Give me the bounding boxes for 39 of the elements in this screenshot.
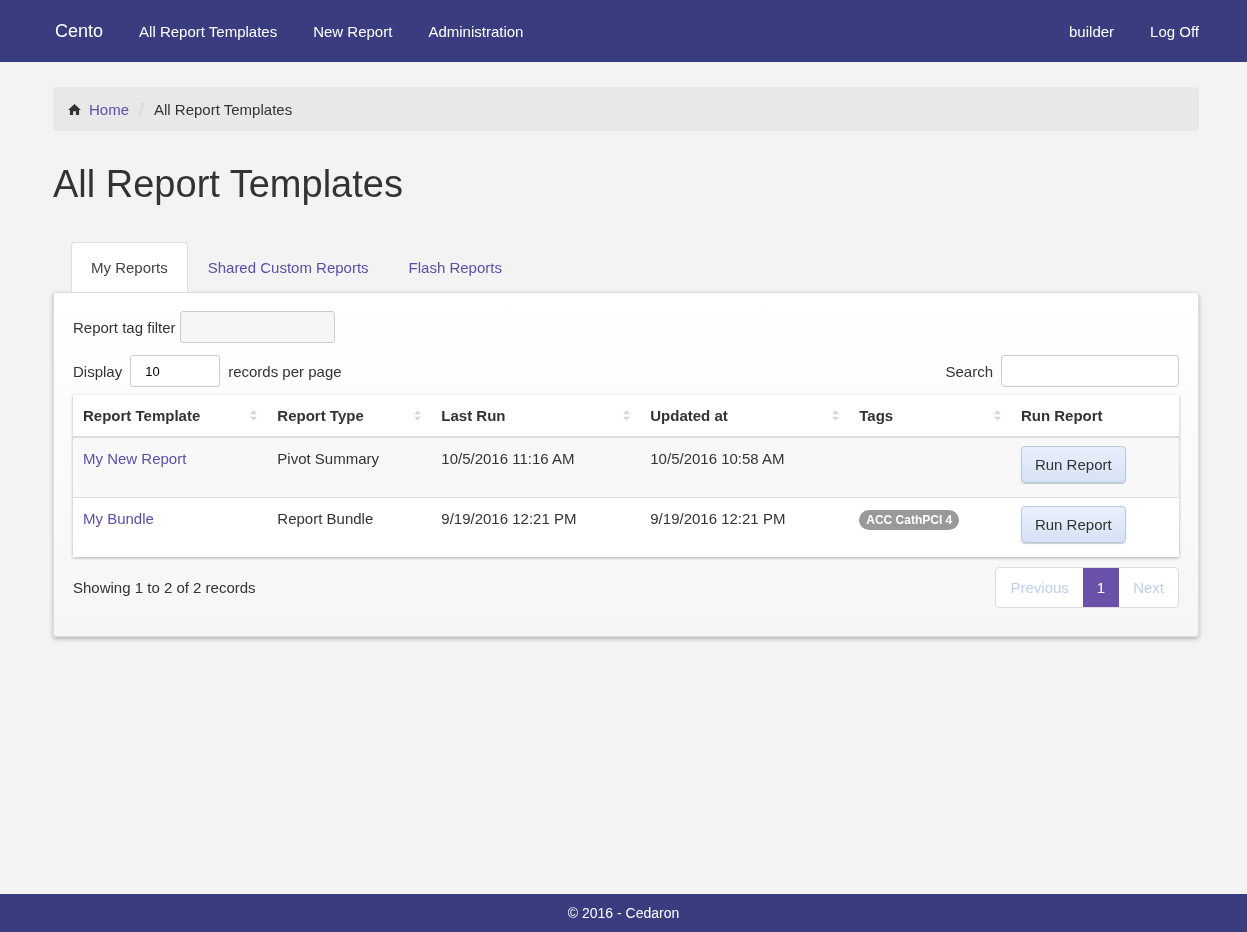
tag-filter-field[interactable] bbox=[179, 311, 335, 343]
brand-link[interactable]: Cento bbox=[55, 20, 104, 42]
table-cell: 10/5/2016 10:58 AM bbox=[640, 437, 850, 498]
table-cell: Report Bundle bbox=[267, 497, 432, 557]
table-cell: 9/19/2016 12:21 PM bbox=[431, 497, 641, 557]
table-cell: 9/19/2016 12:21 PM bbox=[640, 497, 850, 557]
home-link[interactable]: Home bbox=[89, 100, 129, 118]
records-info: Showing 1 to 2 of 2 records bbox=[73, 579, 256, 596]
copyright-text: © 2016 - Cedaron bbox=[567, 905, 680, 921]
nav-link[interactable]: builder bbox=[1069, 22, 1115, 40]
table-cell: Pivot Summary bbox=[267, 437, 432, 498]
sort-icon bbox=[250, 410, 258, 421]
sort-icon bbox=[414, 410, 422, 421]
sort-icon bbox=[623, 410, 631, 421]
nav-link[interactable]: All Report Templates bbox=[139, 22, 278, 40]
search-field[interactable] bbox=[1001, 355, 1179, 387]
table-cell: 10/5/2016 11:16 AM bbox=[431, 437, 641, 498]
breadcrumb-current: All Report Templates bbox=[154, 100, 293, 118]
run-report-button[interactable]: Run Report bbox=[1020, 506, 1126, 543]
sort-icon bbox=[993, 410, 1001, 421]
home-icon bbox=[68, 103, 81, 115]
nav-link[interactable]: New Report bbox=[313, 22, 393, 40]
tag-label: ACC CathPCI 4 bbox=[859, 510, 960, 530]
field-label: Report tag filter bbox=[73, 318, 176, 336]
pagination-button[interactable]: 1 bbox=[1082, 568, 1120, 607]
nav-link[interactable]: Administration bbox=[428, 22, 524, 40]
page-title: All Report Templates bbox=[53, 163, 404, 206]
field-label: Search bbox=[945, 362, 993, 380]
report-link[interactable]: My New Report bbox=[83, 450, 187, 467]
tab[interactable]: Flash Reports bbox=[388, 242, 522, 292]
run-report-button[interactable]: Run Report bbox=[1020, 446, 1126, 483]
report-link[interactable]: My Bundle bbox=[83, 510, 154, 527]
field-label: records per page bbox=[228, 362, 342, 380]
field-label: Display bbox=[73, 362, 123, 380]
page-size-field[interactable]: 10 bbox=[130, 355, 221, 387]
tab[interactable]: My Reports bbox=[71, 242, 188, 292]
tab[interactable]: Shared Custom Reports bbox=[187, 242, 389, 292]
nav-link[interactable]: Log Off bbox=[1150, 22, 1199, 40]
sort-icon bbox=[832, 410, 840, 421]
